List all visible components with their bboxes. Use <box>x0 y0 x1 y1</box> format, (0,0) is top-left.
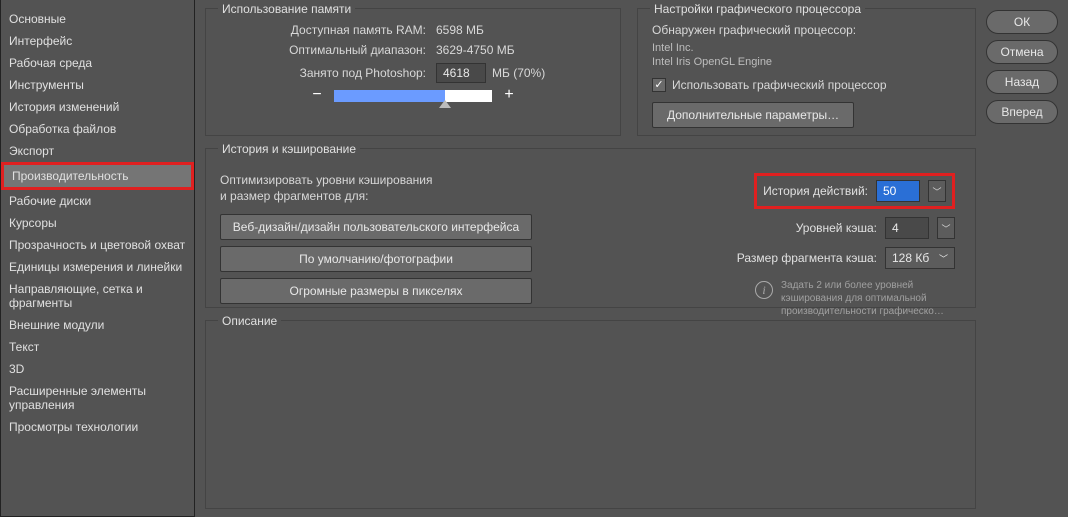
ideal-range-label: Оптимальный диапазон: <box>224 43 436 57</box>
cache-levels-label: Уровней кэша: <box>796 221 877 235</box>
use-gpu-checkbox[interactable]: ✓ <box>652 78 666 92</box>
gpu-detected-label: Обнаружен графический процессор: <box>652 23 961 37</box>
history-cache-group: История и кэширование Оптимизировать уро… <box>205 148 976 308</box>
history-states-stepper[interactable]: ﹀ <box>928 180 946 202</box>
gpu-group: Настройки графического процессора Обнару… <box>637 8 976 136</box>
sidebar-item-guides[interactable]: Направляющие, сетка и фрагменты <box>1 278 194 314</box>
cache-note-row: i Задать 2 или более уровней кэширования… <box>755 279 955 318</box>
available-ram-value: 6598 МБ <box>436 23 484 37</box>
used-by-ps-input[interactable] <box>436 63 486 83</box>
preferences-sidebar: Основные Интерфейс Рабочая среда Инструм… <box>0 0 195 517</box>
preferences-content: Использование памяти Доступная память RA… <box>195 0 1068 517</box>
description-group: Описание <box>205 320 976 509</box>
gpu-engine: Intel Iris OpenGL Engine <box>652 55 961 69</box>
sidebar-item-file-handling[interactable]: Обработка файлов <box>1 118 194 140</box>
main-panel: Использование памяти Доступная память RA… <box>205 8 976 509</box>
description-title: Описание <box>218 314 281 328</box>
gpu-group-title: Настройки графического процессора <box>650 2 865 16</box>
sidebar-item-tools[interactable]: Инструменты <box>1 74 194 96</box>
cache-levels-row: Уровней кэша: ﹀ <box>796 217 955 239</box>
sidebar-item-interface[interactable]: Интерфейс <box>1 30 194 52</box>
memory-slider[interactable] <box>334 90 492 102</box>
gpu-advanced-button[interactable]: Дополнительные параметры… <box>652 102 854 128</box>
sidebar-item-history-log[interactable]: История изменений <box>1 96 194 118</box>
preset-huge-pixels-button[interactable]: Огромные размеры в пикселях <box>220 278 532 304</box>
history-states-row: История действий: ﹀ <box>754 173 955 209</box>
sidebar-item-general[interactable]: Основные <box>1 8 194 30</box>
sidebar-item-tech-previews[interactable]: Просмотры технологии <box>1 416 194 438</box>
forward-button[interactable]: Вперед <box>986 100 1058 124</box>
sidebar-item-cursors[interactable]: Курсоры <box>1 212 194 234</box>
history-states-input[interactable] <box>876 180 920 202</box>
history-states-label: История действий: <box>763 184 868 198</box>
cache-levels-input[interactable] <box>885 217 929 239</box>
memory-group: Использование памяти Доступная память RA… <box>205 8 621 136</box>
tile-size-select[interactable]: 128 Кб ﹀ <box>885 247 955 269</box>
top-row: Использование памяти Доступная память RA… <box>205 8 976 136</box>
sidebar-item-enhanced-controls[interactable]: Расширенные элементы управления <box>1 380 194 416</box>
tile-size-value: 128 Кб <box>892 251 929 265</box>
use-gpu-label: Использовать графический процессор <box>672 78 887 92</box>
memory-slider-thumb[interactable] <box>439 100 451 108</box>
sidebar-item-type[interactable]: Текст <box>1 336 194 358</box>
sidebar-item-export[interactable]: Экспорт <box>1 140 194 162</box>
back-button[interactable]: Назад <box>986 70 1058 94</box>
history-cache-title: История и кэширование <box>218 142 360 156</box>
preset-web-ui-button[interactable]: Веб-дизайн/дизайн пользовательского инте… <box>220 214 532 240</box>
ok-button[interactable]: ОК <box>986 10 1058 34</box>
sidebar-item-units[interactable]: Единицы измерения и линейки <box>1 256 194 278</box>
sidebar-item-transparency[interactable]: Прозрачность и цветовой охват <box>1 234 194 256</box>
chevron-down-icon: ﹀ <box>939 252 948 265</box>
memory-group-title: Использование памяти <box>218 2 355 16</box>
available-ram-label: Доступная память RAM: <box>224 23 436 37</box>
cache-note-text: Задать 2 или более уровней кэширования д… <box>781 279 955 318</box>
cancel-button[interactable]: Отмена <box>986 40 1058 64</box>
gpu-info: Intel Inc. Intel Iris OpenGL Engine <box>652 41 961 70</box>
history-right-col: История действий: ﹀ Уровней кэша: ﹀ Разм… <box>590 173 961 318</box>
sidebar-item-3d[interactable]: 3D <box>1 358 194 380</box>
history-left-col: Оптимизировать уровни кэширования и разм… <box>220 173 560 318</box>
memory-increase-button[interactable]: + <box>502 89 516 103</box>
ideal-range-value: 3629-4750 МБ <box>436 43 515 57</box>
info-icon: i <box>755 281 773 299</box>
sidebar-item-plugins[interactable]: Внешние модули <box>1 314 194 336</box>
used-by-ps-label: Занято под Photoshop: <box>224 66 436 80</box>
preset-default-photos-button[interactable]: По умолчанию/фотографии <box>220 246 532 272</box>
tile-size-row: Размер фрагмента кэша: 128 Кб ﹀ <box>737 247 955 269</box>
dialog-buttons: ОК Отмена Назад Вперед <box>986 8 1058 509</box>
sidebar-item-workspace[interactable]: Рабочая среда <box>1 52 194 74</box>
cache-levels-stepper[interactable]: ﹀ <box>937 217 955 239</box>
memory-slider-fill <box>334 90 445 102</box>
sidebar-item-scratch-disks[interactable]: Рабочие диски <box>1 190 194 212</box>
optimize-label: Оптимизировать уровни кэширования и разм… <box>220 173 560 204</box>
memory-decrease-button[interactable]: − <box>310 89 324 103</box>
sidebar-item-performance[interactable]: Производительность <box>1 162 194 190</box>
tile-size-label: Размер фрагмента кэша: <box>737 251 877 265</box>
gpu-vendor: Intel Inc. <box>652 41 961 55</box>
used-by-ps-suffix: МБ (70%) <box>492 66 545 80</box>
